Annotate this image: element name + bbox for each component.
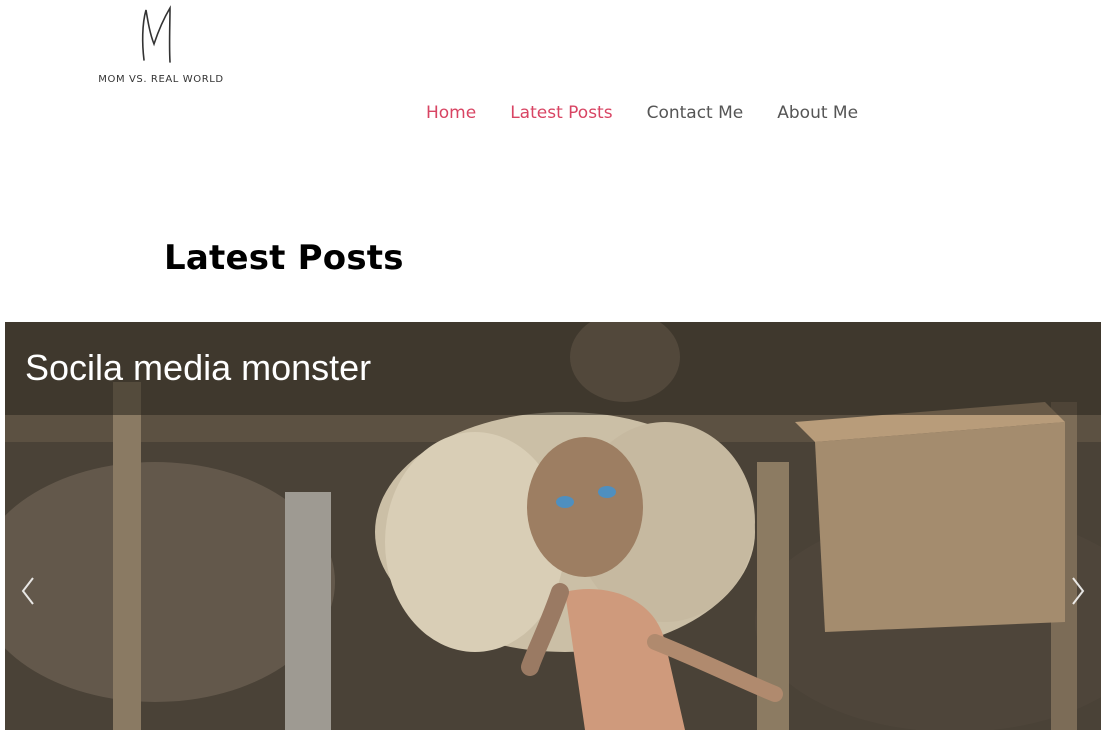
nav-item-latest-posts[interactable]: Latest Posts — [510, 103, 612, 123]
nav-item-home[interactable]: Home — [426, 103, 476, 123]
post-slider[interactable]: Socila media monster — [5, 322, 1101, 730]
logo-text: MOM VS. REAL WORLD — [98, 74, 224, 85]
main-nav: Home Latest Posts Contact Me About Me — [426, 103, 858, 123]
nav-item-about-me[interactable]: About Me — [777, 103, 858, 123]
slider-next-button[interactable] — [1063, 574, 1093, 608]
logo-mark-icon — [141, 5, 171, 63]
site-logo[interactable]: MOM VS. REAL WORLD — [96, 4, 226, 86]
chevron-left-icon — [21, 577, 34, 605]
site-header: MOM VS. REAL WORLD Home Latest Posts Con… — [0, 0, 1102, 200]
slide-caption[interactable]: Socila media monster — [25, 347, 371, 389]
nav-item-contact-me[interactable]: Contact Me — [647, 103, 744, 123]
slider-prev-button[interactable] — [13, 574, 43, 608]
slide-caption-bar: Socila media monster — [5, 322, 1101, 415]
page-title: Latest Posts — [164, 238, 404, 278]
chevron-right-icon — [1072, 577, 1085, 605]
